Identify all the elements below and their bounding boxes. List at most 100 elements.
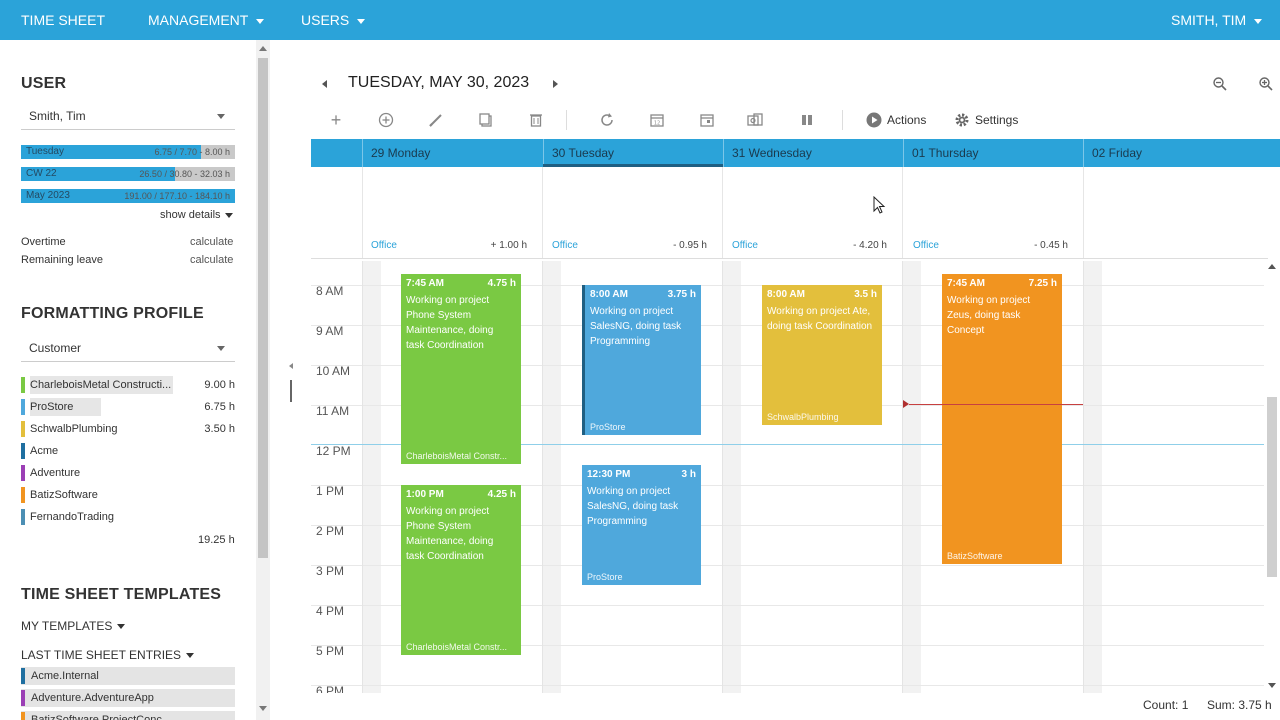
office-label: Office: [913, 240, 939, 251]
sidebar-scrollbar[interactable]: [256, 40, 270, 720]
scroll-down-icon[interactable]: [259, 706, 267, 711]
sidebar: USER Smith, Tim Tuesday 6.75 / 7.70 - 8.…: [0, 40, 256, 720]
next-day-icon[interactable]: [553, 80, 558, 88]
customer-item: CharleboisMetal Constructi... 9.00 h: [21, 376, 235, 394]
scroll-up-icon[interactable]: [1268, 264, 1276, 269]
time-entry[interactable]: 7:45 AM 4.75 h Working on project Phone …: [401, 274, 521, 464]
customer-item: ProStore 6.75 h: [21, 398, 235, 416]
all-day-separator: [311, 258, 1268, 259]
time-grid[interactable]: 8 AM 9 AM 10 AM 11 AM 12 PM 1 PM 2 PM 3 …: [311, 261, 1268, 693]
entry-customer: BatizSoftware: [947, 551, 1003, 561]
toolbar-separator: [842, 110, 843, 130]
mouse-cursor-icon: [873, 196, 886, 214]
add-circle-icon[interactable]: [376, 110, 396, 130]
add-icon[interactable]: +: [326, 110, 346, 130]
customer-item: BatizSoftware: [21, 486, 235, 504]
template-name: Adventure.AdventureApp: [31, 692, 154, 704]
collapse-sidebar-icon[interactable]: [289, 363, 293, 369]
user-menu[interactable]: SMITH, TIM: [1171, 0, 1263, 40]
scroll-down-icon[interactable]: [1268, 683, 1276, 688]
user-select[interactable]: Smith, Tim: [21, 104, 235, 130]
time-entry[interactable]: 12:30 PM 3 h Working on project SalesNG,…: [582, 465, 701, 585]
column-divider: [542, 167, 543, 259]
day-header-thursday[interactable]: 01 Thursday: [903, 139, 1083, 167]
day-header-friday[interactable]: 02 Friday: [1083, 139, 1280, 167]
column-divider: [362, 167, 363, 259]
previous-day-icon[interactable]: [322, 80, 327, 88]
customer-hours: 9.00 h: [204, 379, 235, 391]
color-swatch: [21, 377, 25, 393]
template-item[interactable]: BatizSoftware.ProjectConc...: [21, 711, 235, 720]
day-header-monday[interactable]: 29 Monday: [362, 139, 543, 167]
nav-time-sheet-label: TIME SHEET: [21, 12, 106, 28]
overtime-calculate-link[interactable]: calculate: [190, 236, 233, 248]
color-swatch: [21, 421, 25, 437]
progress-value: 26.50 / 30.80 - 32.03 h: [139, 169, 230, 179]
time-entry[interactable]: 1:00 PM 4.25 h Working on project Phone …: [401, 485, 521, 655]
office-hours: - 4.20 h: [853, 240, 887, 251]
formatting-profile-select[interactable]: Customer: [21, 336, 235, 362]
columns-icon[interactable]: [797, 110, 817, 130]
chevron-down-icon: [186, 653, 195, 659]
color-swatch: [21, 399, 25, 415]
play-circle-icon: [866, 112, 882, 128]
day-header-wednesday[interactable]: 31 Wednesday: [723, 139, 903, 167]
refresh-icon[interactable]: [597, 110, 617, 130]
customer-name: FernandoTrading: [30, 511, 114, 523]
remaining-leave-calculate-link[interactable]: calculate: [190, 254, 233, 266]
edit-icon[interactable]: [426, 110, 446, 130]
templates-title: TIME SHEET TEMPLATES: [21, 586, 222, 603]
customer-name: Acme: [30, 445, 59, 457]
customer-hours: 3.50 h: [204, 423, 235, 435]
nav-time-sheet[interactable]: TIME SHEET: [21, 0, 105, 40]
chevron-down-icon: [217, 346, 225, 351]
zoom-out-icon[interactable]: [1212, 76, 1228, 92]
actions-label: Actions: [887, 113, 927, 127]
hour-label: 12 PM: [316, 444, 351, 458]
chevron-down-icon: [357, 18, 366, 24]
entry-customer: ProStore: [587, 572, 623, 582]
customer-name: CharleboisMetal Constructi...: [30, 376, 174, 394]
template-item[interactable]: Acme.Internal: [21, 667, 235, 685]
chevron-down-icon: [256, 18, 265, 24]
my-templates-toggle[interactable]: MY TEMPLATES: [21, 619, 126, 633]
outlook-icon[interactable]: [745, 110, 765, 130]
calendar-day-icon[interactable]: 12: [647, 110, 667, 130]
column-divider: [722, 167, 723, 259]
nav-management[interactable]: MANAGEMENT: [148, 0, 265, 40]
template-item[interactable]: Adventure.AdventureApp: [21, 689, 235, 707]
entry-duration: 7.25 h: [1028, 278, 1057, 289]
nav-management-label: MANAGEMENT: [148, 12, 249, 28]
resize-handle[interactable]: [290, 380, 292, 402]
last-entries-toggle[interactable]: LAST TIME SHEET ENTRIES: [21, 648, 195, 662]
entry-customer: CharleboisMetal Constr...: [406, 451, 508, 461]
copy-icon[interactable]: [476, 110, 496, 130]
calendar-icon[interactable]: [697, 110, 717, 130]
column-divider: [902, 261, 903, 693]
entry-start-time: 7:45 AM: [947, 278, 985, 289]
scrollbar-thumb[interactable]: [258, 58, 268, 558]
time-entry-selected[interactable]: 8:00 AM 3.75 h Working on project SalesN…: [582, 285, 701, 435]
show-details-link[interactable]: show details: [160, 209, 233, 221]
time-entry[interactable]: 7:45 AM 7.25 h Working on project Zeus, …: [942, 274, 1062, 564]
scrollbar-thumb[interactable]: [1267, 397, 1277, 577]
progress-value: 191.00 / 177.10 - 184.10 h: [124, 191, 230, 201]
entry-customer: CharleboisMetal Constr...: [406, 642, 508, 652]
delete-icon[interactable]: [526, 110, 546, 130]
entry-start-time: 8:00 AM: [767, 289, 805, 300]
template-name: BatizSoftware.ProjectConc...: [31, 714, 172, 720]
office-hours: - 0.95 h: [673, 240, 707, 251]
zoom-in-icon[interactable]: [1258, 76, 1274, 92]
progress-label: May 2023: [26, 190, 70, 201]
time-entry[interactable]: 8:00 AM 3.5 h Working on project Ate, do…: [762, 285, 882, 425]
column-divider: [722, 261, 723, 693]
calendar-scrollbar[interactable]: [1264, 262, 1280, 692]
entry-description: Working on project SalesNG, doing task P…: [587, 486, 679, 527]
scroll-up-icon[interactable]: [259, 46, 267, 51]
hour-label: 8 AM: [316, 284, 344, 298]
day-header-tuesday[interactable]: 30 Tuesday: [543, 139, 723, 167]
nav-users[interactable]: USERS: [301, 0, 366, 40]
entry-start-time: 12:30 PM: [587, 469, 631, 480]
svg-text:12: 12: [654, 121, 660, 127]
customer-total-hours: 19.25 h: [198, 534, 235, 546]
